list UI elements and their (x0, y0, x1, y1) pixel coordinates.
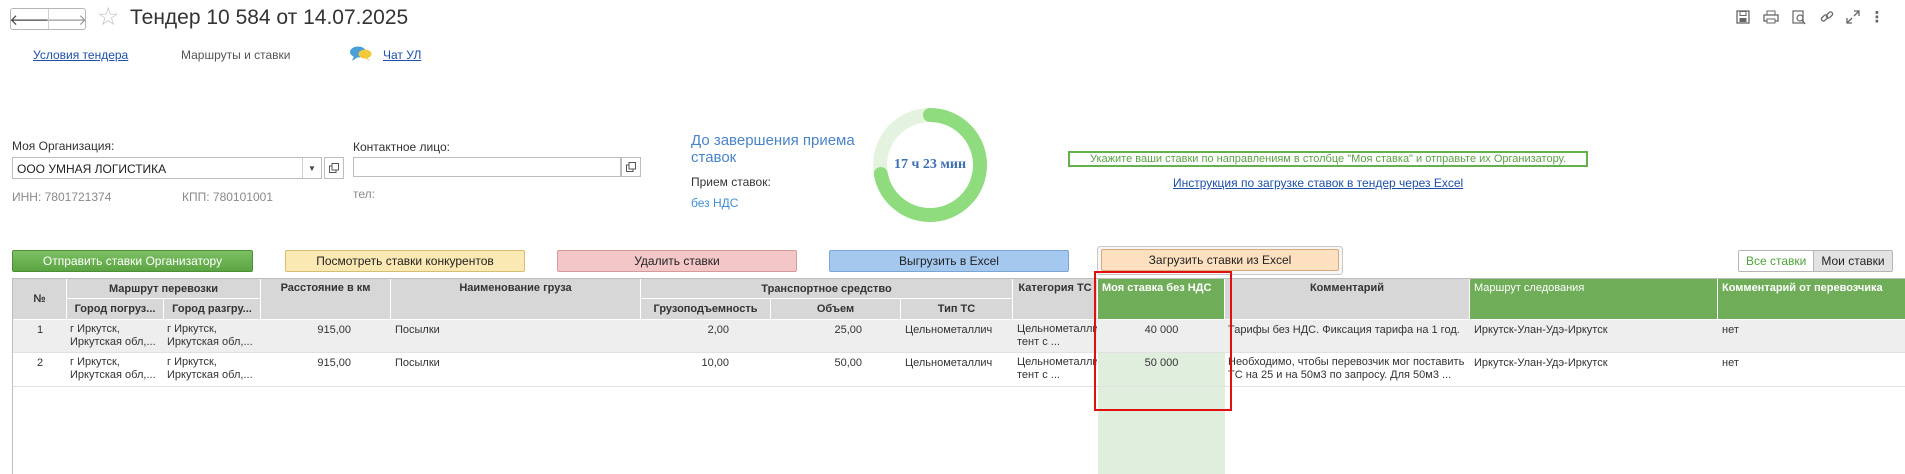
table-row[interactable]: 1 г Иркутск, Иркутская обл,... г Иркутск… (13, 320, 1905, 353)
chat-icon (349, 45, 373, 66)
highlight-frame (1094, 271, 1232, 411)
header-comment: Комментарий (1225, 279, 1470, 320)
cell-capacity: 2,00 (707, 324, 729, 336)
contact-open-button[interactable] (621, 157, 641, 177)
open-form-icon (329, 163, 339, 173)
cell-vehicle-type: Цельнометаллич (905, 324, 993, 336)
phone-label: тел: (353, 187, 375, 201)
instruction-link[interactable]: Инструкция по загрузке ставок в тендер ч… (1173, 176, 1463, 190)
cell-volume: 50,00 (834, 357, 862, 369)
cell-distance: 915,00 (317, 324, 351, 336)
header-route-path: Маршрут следования (1470, 279, 1718, 320)
kpp-text: КПП: 780101001 (182, 190, 273, 204)
cell-route-path: Иркутск-Улан-Удэ-Иркутск (1474, 357, 1608, 369)
cell-distance: 915,00 (317, 357, 351, 369)
cell-city-from: г Иркутск, Иркутская обл,... (70, 356, 156, 381)
rates-filter-toggle: Все ставки Мои ставки (1738, 250, 1893, 272)
org-value: ООО УМНАЯ ЛОГИСТИКА (17, 162, 167, 176)
view-competitors-button[interactable]: Посмотреть ставки конкурентов (285, 250, 525, 272)
cell-cargo: Посылки (395, 324, 440, 336)
header-carrier-comment: Комментарий от перевозчика (1718, 279, 1905, 320)
tab-tender-conditions[interactable]: Условия тендера (33, 48, 128, 62)
countdown-time: 17 ч 23 мин (893, 157, 967, 172)
contact-field[interactable] (353, 157, 621, 177)
forward-button[interactable]: 🡒 (46, 9, 88, 29)
cell-route-path: Иркутск-Улан-Удэ-Иркутск (1474, 324, 1608, 336)
open-form-icon (626, 162, 636, 172)
arrow-left-icon: 🡐 (9, 11, 50, 29)
countdown-label: До завершения приема ставок (691, 132, 855, 166)
inn-text: ИНН: 7801721374 (12, 190, 112, 204)
accept-label: Прием ставок: (691, 175, 771, 189)
cell-category: Цельнометаллич тент с ... (1017, 356, 1097, 381)
rates-table: № Маршрут перевозки Город погруз... Горо… (12, 278, 1905, 474)
header-vehicle-type: Тип ТС (901, 299, 1013, 320)
save-icon[interactable] (1734, 9, 1752, 25)
cell-city-from: г Иркутск, Иркутская обл,... (70, 323, 156, 348)
cell-no: 1 (36, 324, 44, 336)
cell-city-to: г Иркутск, Иркутская обл,... (167, 356, 253, 381)
cell-carrier-comment: нет (1722, 324, 1739, 336)
toggle-all-rates[interactable]: Все ставки (1739, 251, 1815, 271)
history-nav: 🡐 🡒 (9, 8, 88, 30)
tab-routes-and-rates[interactable]: Маршруты и ставки (181, 48, 291, 62)
header-city-to: Город разгру... (164, 299, 261, 320)
toggle-my-rates[interactable]: Мои ставки (1814, 251, 1892, 271)
import-excel-button[interactable]: Загрузить ставки из Excel (1101, 249, 1339, 271)
cell-capacity: 10,00 (701, 357, 729, 369)
header-volume: Объем (771, 299, 901, 320)
cell-carrier-comment: нет (1722, 357, 1739, 369)
notice-text: Укажите ваши ставки по направлениям в ст… (1089, 153, 1567, 165)
cell-comment: Необходимо, чтобы перевозчик мог постави… (1228, 356, 1465, 381)
org-open-button[interactable] (324, 157, 344, 179)
contact-label: Контактное лицо: (353, 140, 450, 154)
header-route-group: Маршрут перевозки (67, 279, 261, 299)
page-title: Тендер 10 584 от 14.07.2025 (130, 6, 409, 29)
arrow-right-icon: 🡒 (46, 11, 88, 29)
table-row[interactable]: 2 г Иркутск, Иркутская обл,... г Иркутск… (13, 353, 1905, 387)
header-distance: Расстояние в км (261, 279, 391, 320)
back-button[interactable]: 🡐 (9, 9, 50, 29)
chevron-down-icon[interactable]: ▼ (302, 158, 321, 178)
chat-link[interactable]: Чат УЛ (383, 48, 421, 62)
cell-category: Цельнометаллич тент с ... (1017, 323, 1097, 348)
cell-vehicle-type: Цельнометаллич (905, 357, 993, 369)
cell-no: 2 (36, 357, 44, 369)
print-icon[interactable] (1762, 9, 1780, 25)
favorite-star-icon[interactable]: ☆ (97, 4, 119, 30)
header-capacity: Грузоподъемность (641, 299, 771, 320)
cell-city-to: г Иркутск, Иркутская обл,... (167, 323, 253, 348)
more-icon[interactable]: ⋮ (1868, 9, 1886, 26)
header-vehicle-group: Транспортное средство (641, 279, 1013, 299)
link-icon[interactable] (1818, 9, 1836, 25)
header-cargo: Наименование груза (391, 279, 641, 320)
cell-volume: 25,00 (834, 324, 862, 336)
notice-box: Укажите ваши ставки по направлениям в ст… (1068, 151, 1588, 167)
export-excel-button[interactable]: Выгрузить в Excel (829, 250, 1069, 272)
header-city-from: Город погруз... (67, 299, 164, 320)
cell-comment: Тарифы без НДС. Фиксация тарифа на 1 год… (1228, 324, 1460, 336)
cell-cargo: Посылки (395, 357, 440, 369)
org-field[interactable]: ООО УМНАЯ ЛОГИСТИКА ▼ (12, 157, 322, 179)
header-no: № (13, 279, 67, 320)
header-category: Категория ТС (1013, 279, 1098, 320)
vat-mode: без НДС (691, 196, 739, 210)
expand-icon[interactable] (1844, 9, 1862, 25)
delete-rates-button[interactable]: Удалить ставки (557, 250, 797, 272)
org-label: Моя Организация: (12, 139, 115, 153)
preview-icon[interactable] (1790, 9, 1808, 25)
send-rates-button[interactable]: Отправить ставки Организатору (12, 250, 253, 272)
